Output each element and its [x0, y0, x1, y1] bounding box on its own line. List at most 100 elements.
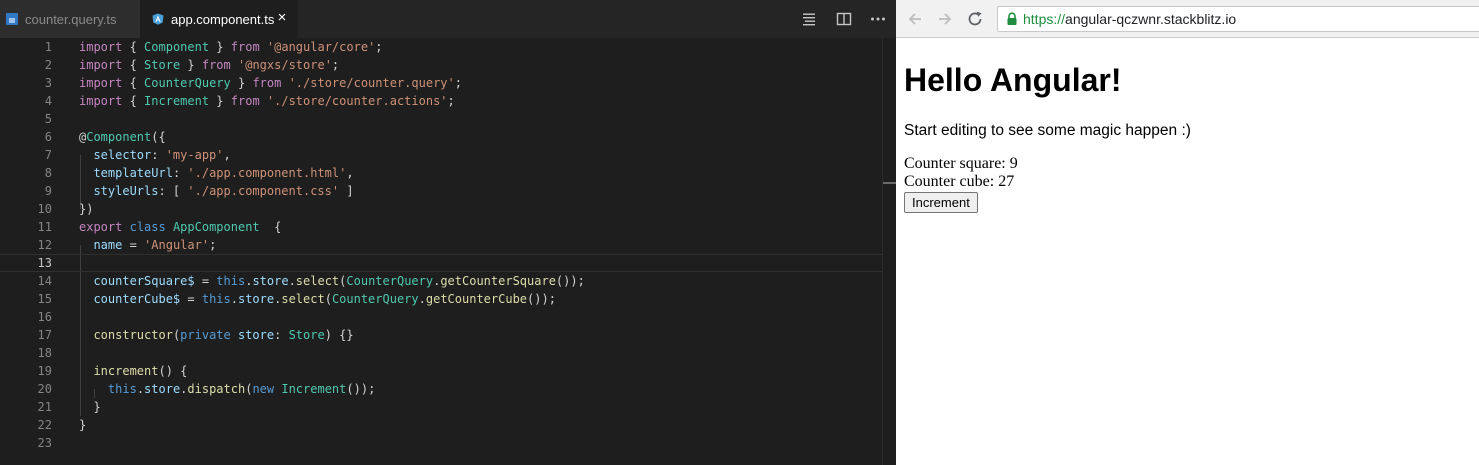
forward-icon[interactable]	[935, 9, 955, 29]
code-token: import	[79, 40, 123, 54]
url-scheme: https://	[1023, 11, 1066, 27]
line-number: 5	[44, 112, 52, 126]
code-token: './store/counter.query'	[288, 76, 455, 90]
code-token: : [	[158, 184, 188, 198]
angular-file-icon	[152, 13, 164, 25]
code-text: styleUrls: [ './app.component.css' ]	[79, 182, 354, 200]
line-number: 4	[44, 94, 52, 108]
code-area[interactable]: 1 import { Component } from '@angular/cor…	[0, 38, 896, 465]
code-token: ]	[339, 184, 354, 198]
code-token: './store/counter.actions'	[266, 94, 448, 108]
intro-text: Start editing to see some magic happen :…	[904, 122, 1191, 139]
code-token: dispatch	[187, 382, 246, 396]
outline-icon[interactable]	[800, 10, 818, 28]
code-token: select	[295, 274, 340, 288]
code-token: :	[151, 148, 166, 162]
code-line[interactable]: 19 increment() {	[0, 362, 882, 380]
code-token: import	[79, 76, 123, 90]
code-line[interactable]: 7 selector: 'my-app',	[0, 146, 882, 164]
code-token: =	[122, 238, 145, 252]
code-token: }	[79, 400, 101, 414]
line-number: 14	[37, 274, 52, 288]
line-number: 16	[37, 310, 52, 324]
code-line[interactable]: 17 constructor(private store: Store) {}	[0, 326, 882, 344]
line-number: 7	[44, 148, 52, 162]
tab-app-component[interactable]: app.component.ts ×	[140, 0, 298, 38]
code-token: this	[201, 292, 231, 306]
code-token: {	[259, 220, 282, 234]
line-number: 13	[37, 256, 52, 270]
code-line[interactable]: 2 import { Store } from '@ngxs/store';	[0, 56, 882, 74]
code-token: ());	[346, 382, 376, 396]
code-line[interactable]: 22}	[0, 416, 882, 434]
code-token: ) {}	[324, 328, 354, 342]
code-token: Increment	[144, 94, 210, 108]
code-token: styleUrls	[93, 184, 159, 198]
close-icon[interactable]: ×	[275, 10, 289, 25]
code-line[interactable]: 6 @Component({	[0, 128, 882, 146]
code-token: this	[216, 274, 246, 288]
code-token: {	[122, 76, 145, 90]
code-text: export class AppComponent {	[79, 218, 281, 236]
code-token: Increment	[281, 382, 347, 396]
code-line[interactable]: 1 import { Component } from '@angular/cor…	[0, 38, 882, 56]
reload-icon[interactable]	[965, 9, 985, 29]
line-number: 21	[37, 400, 52, 414]
code-token: from	[201, 58, 231, 72]
code-line[interactable]: 10})	[0, 200, 882, 218]
address-bar[interactable]: https:// angular-qczwnr.stackblitz.io	[997, 6, 1479, 32]
code-line[interactable]: 13	[0, 254, 882, 272]
vertical-scrollbar[interactable]	[882, 38, 883, 465]
code-text: }	[79, 398, 101, 416]
code-token: () {	[158, 364, 188, 378]
screen: counter.query.ts app.component.ts × 1 im…	[0, 0, 1479, 465]
code-line[interactable]: 20 this.store.dispatch(new Increment());	[0, 380, 882, 398]
code-line[interactable]: 8 templateUrl: './app.component.html',	[0, 164, 882, 182]
code-line[interactable]: 4 import { Increment } from './store/coun…	[0, 92, 882, 110]
code-token: this	[107, 382, 137, 396]
code-line[interactable]: 12 name = 'Angular';	[0, 236, 882, 254]
code-token: ;	[331, 58, 340, 72]
code-token: .	[136, 382, 145, 396]
code-line[interactable]: 23	[0, 434, 882, 452]
code-line[interactable]: 9 styleUrls: [ './app.component.css' ]	[0, 182, 882, 200]
counter-cube-text: Counter cube: 27	[904, 173, 1015, 190]
code-editor: counter.query.ts app.component.ts × 1 im…	[0, 0, 896, 465]
code-line[interactable]: 3 import { CounterQuery } from './store/c…	[0, 74, 882, 92]
line-number: 9	[44, 184, 52, 198]
code-token: './app.component.html'	[187, 166, 347, 180]
back-icon[interactable]	[905, 9, 925, 29]
code-token: ,	[223, 148, 231, 162]
more-actions-icon[interactable]	[869, 10, 887, 28]
code-text: this.store.dispatch(new Increment());	[79, 380, 375, 398]
tab-counter-query[interactable]: counter.query.ts	[0, 0, 140, 38]
code-token: CounterQuery	[331, 292, 419, 306]
line-number: 19	[37, 364, 52, 378]
line-number: 20	[37, 382, 52, 396]
code-token: private	[180, 328, 231, 342]
code-text: import { Store } from '@ngxs/store';	[79, 56, 339, 74]
split-editor-icon[interactable]	[835, 10, 853, 28]
code-token: getCounterCube	[425, 292, 528, 306]
line-number: 22	[37, 418, 52, 432]
increment-button[interactable]: Increment	[904, 192, 978, 213]
code-line[interactable]: 16	[0, 308, 882, 326]
code-line[interactable]: 18	[0, 344, 882, 362]
code-token: ;	[375, 40, 383, 54]
code-line[interactable]: 14 counterSquare$ = this.store.select(Co…	[0, 272, 882, 290]
scrollbar-cursor-mark	[883, 182, 896, 184]
code-line[interactable]: 21 }	[0, 398, 882, 416]
code-line[interactable]: 15 counterCube$ = this.store.select(Coun…	[0, 290, 882, 308]
code-line[interactable]: 11 export class AppComponent {	[0, 218, 882, 236]
code-line[interactable]: 5	[0, 110, 882, 128]
code-token: =	[194, 274, 217, 288]
code-token: counterCube$	[93, 292, 181, 306]
line-number: 1	[44, 40, 52, 54]
